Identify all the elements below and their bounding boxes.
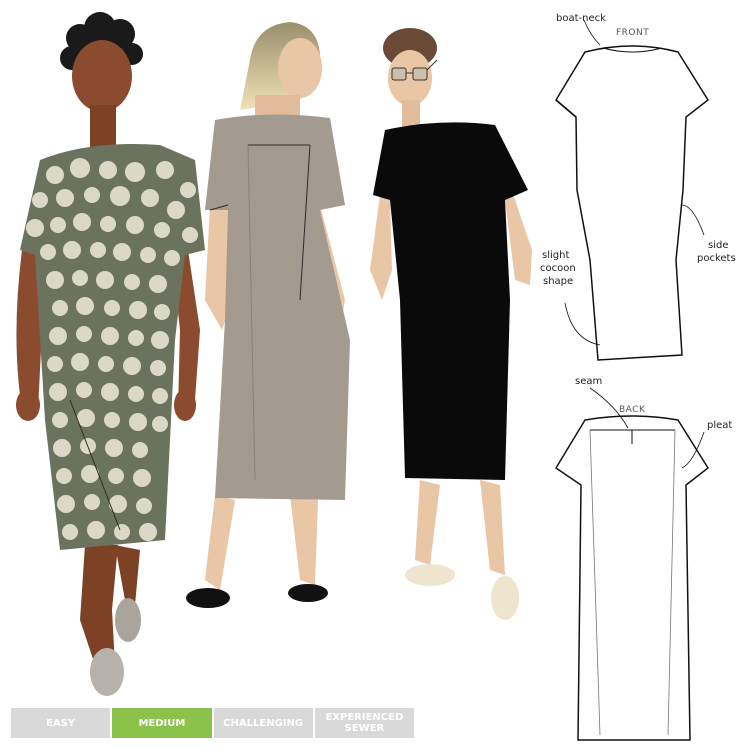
annotation-side: side: [708, 240, 729, 251]
difficulty-challenging: CHALLENGING: [213, 708, 313, 738]
annotation-pockets: pockets: [697, 253, 736, 264]
annotation-shape: shape: [543, 276, 574, 287]
model-black-dress: [370, 28, 532, 620]
annotation-seam: seam: [575, 376, 603, 387]
annotation-slight: slight: [542, 250, 570, 261]
flat-back: [554, 415, 709, 741]
view-title-front: FRONT: [616, 28, 650, 38]
annotation-boat-neck: boat-neck: [556, 13, 606, 24]
annotation-pleat: pleat: [707, 420, 733, 431]
difficulty-experienced-sewer: EXPERIENCED SEWER: [314, 708, 414, 738]
pattern-illustration: boat-neck FRONT side pockets slight coco…: [0, 0, 750, 750]
model-linen-dress: [186, 22, 350, 608]
model-print-dress: [16, 12, 205, 696]
difficulty-rating: EASY MEDIUM CHALLENGING EXPERIENCED SEWE…: [11, 708, 414, 738]
view-title-back: BACK: [619, 405, 646, 415]
flat-front: [555, 45, 709, 361]
annotation-cocoon: cocoon: [540, 263, 576, 274]
difficulty-easy: EASY: [11, 708, 111, 738]
difficulty-medium: MEDIUM: [112, 708, 212, 738]
